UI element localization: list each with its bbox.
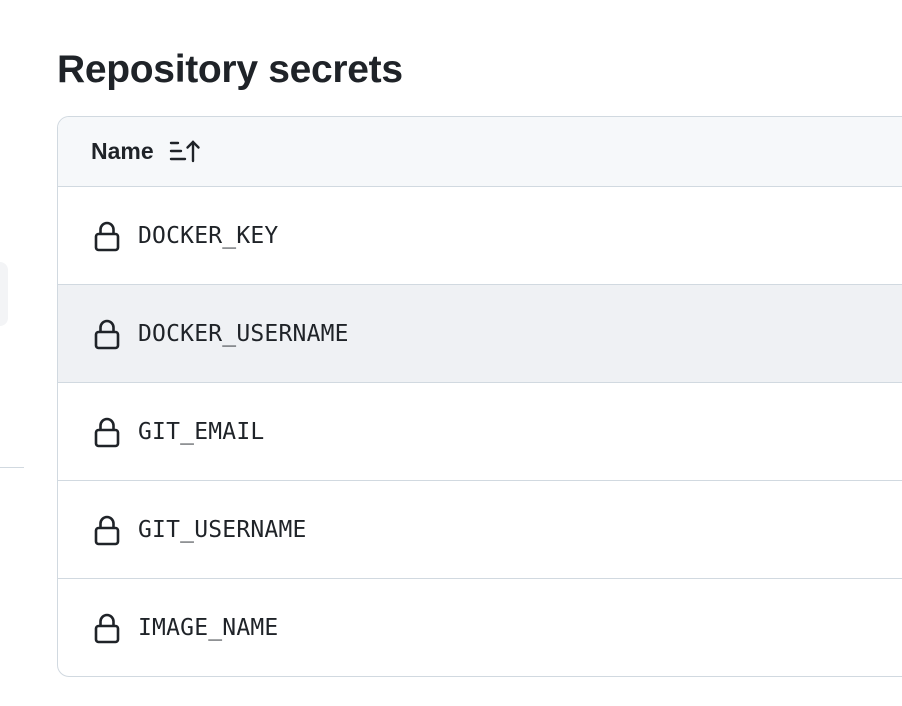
table-header: Name <box>58 117 902 187</box>
secrets-page: Repository secrets Name DOCKER_KEY DOCKE… <box>0 0 902 706</box>
lock-icon <box>93 612 120 644</box>
secret-row[interactable]: GIT_EMAIL <box>58 383 902 481</box>
secrets-table: Name DOCKER_KEY DOCKER_USERNAME GIT_EMAI… <box>57 116 902 677</box>
secret-name: DOCKER_KEY <box>138 222 279 249</box>
name-column-header: Name <box>91 138 154 164</box>
secret-name: DOCKER_USERNAME <box>138 320 349 347</box>
lock-icon <box>93 514 120 546</box>
secret-row[interactable]: DOCKER_USERNAME <box>58 285 902 383</box>
secret-name: GIT_EMAIL <box>138 418 265 445</box>
page-title: Repository secrets <box>57 48 403 91</box>
sort-ascending-icon <box>169 139 200 162</box>
lock-icon <box>93 220 120 252</box>
secret-row[interactable]: IMAGE_NAME <box>58 579 902 676</box>
secret-row[interactable]: GIT_USERNAME <box>58 481 902 579</box>
secret-name: IMAGE_NAME <box>138 615 279 641</box>
sort-button[interactable] <box>168 139 202 165</box>
secret-name: GIT_USERNAME <box>138 516 307 543</box>
secret-row[interactable]: DOCKER_KEY <box>58 187 902 285</box>
lock-icon <box>93 318 120 350</box>
sidebar-active-item[interactable] <box>0 262 8 326</box>
lock-icon <box>93 416 120 448</box>
sidebar-divider <box>0 467 24 468</box>
